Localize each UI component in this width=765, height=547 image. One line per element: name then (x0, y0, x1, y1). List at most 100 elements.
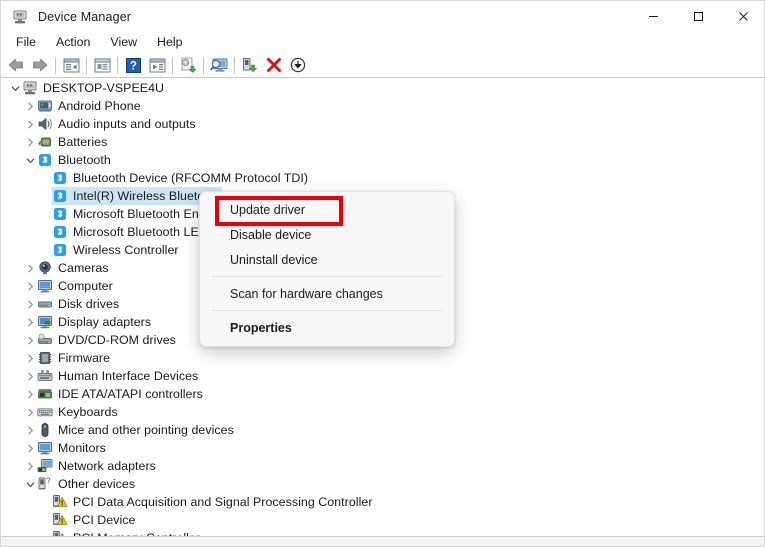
chevron-right-icon[interactable] (24, 133, 37, 151)
window-controls (631, 1, 764, 32)
device-manager-window: Device Manager File Action View Help ? D… (0, 0, 765, 547)
chevron-right-icon[interactable] (24, 421, 37, 439)
toolbar-separator (203, 56, 204, 74)
status-bar (2, 536, 764, 546)
tree-node-label: Network adapters (58, 459, 156, 473)
tree-node-label: DESKTOP-VSPEE4U (43, 81, 165, 95)
tree-node-batteries[interactable]: Batteries (2, 133, 764, 151)
menu-help[interactable]: Help (148, 33, 191, 52)
tree-node-label: Audio inputs and outputs (58, 117, 196, 131)
chevron-right-icon[interactable] (24, 331, 37, 349)
context-menu-item-disable-device[interactable]: Disable device (200, 222, 454, 247)
toolbar: ? (1, 53, 764, 78)
tree-node-bluetooth[interactable]: Bluetooth (2, 151, 764, 169)
network-adapter-icon (37, 458, 53, 474)
tree-node-label: Disk drives (58, 297, 120, 311)
chevron-right-icon[interactable] (24, 349, 37, 367)
maximize-button[interactable] (676, 1, 721, 32)
dvd-drive-icon (37, 332, 53, 348)
tree-node-ide-ata-atapi-controllers[interactable]: IDE ATA/ATAPI controllers (2, 385, 764, 403)
chevron-right-icon[interactable] (24, 313, 37, 331)
tree-node-label: Mice and other pointing devices (58, 423, 234, 437)
tree-node-bluetooth-device-rfcomm[interactable]: Bluetooth Device (RFCOMM Protocol TDI) (2, 169, 764, 187)
context-menu-separator (212, 276, 442, 277)
chevron-right-icon[interactable] (24, 403, 37, 421)
close-button[interactable] (721, 1, 764, 32)
view-icon[interactable] (145, 54, 169, 76)
unknown-device-warning-icon (52, 494, 68, 510)
tree-node-label: Other devices (58, 477, 136, 491)
svg-text:?: ? (46, 476, 51, 485)
menu-action[interactable]: Action (47, 33, 99, 52)
chevron-down-icon[interactable] (24, 151, 37, 169)
tree-node-label: Keyboards (58, 405, 118, 419)
chevron-right-icon[interactable] (24, 367, 37, 385)
chevron-right-icon[interactable] (24, 259, 37, 277)
scan-for-hardware-changes-icon[interactable] (207, 54, 231, 76)
context-menu[interactable]: Update driver Disable device Uninstall d… (199, 191, 455, 347)
chevron-right-icon[interactable] (24, 295, 37, 313)
tree-node-label: Human Interface Devices (58, 369, 199, 383)
uninstall-device-icon[interactable] (262, 54, 286, 76)
svg-text:?: ? (129, 60, 136, 72)
bluetooth-icon (52, 224, 68, 240)
properties-icon[interactable] (90, 54, 114, 76)
tree-node-label: Firmware (58, 351, 111, 365)
chevron-right-icon[interactable] (24, 115, 37, 133)
tree-node-label: DVD/CD-ROM drives (58, 333, 176, 347)
tree-node-monitors[interactable]: Monitors (2, 439, 764, 457)
tree-node-label: PCI Device (73, 513, 136, 527)
camera-icon (37, 260, 53, 276)
menu-file[interactable]: File (7, 33, 45, 52)
tree-node-mice-and-other-pointing-devices[interactable]: Mice and other pointing devices (2, 421, 764, 439)
chevron-right-icon[interactable] (24, 277, 37, 295)
tree-node-human-interface-devices[interactable]: Human Interface Devices (2, 367, 764, 385)
unknown-device-icon: ? (37, 476, 53, 492)
title-bar: Device Manager (1, 1, 764, 32)
context-menu-item-properties[interactable]: Properties (200, 315, 454, 340)
update-driver-icon[interactable] (176, 54, 200, 76)
chevron-right-icon[interactable] (24, 385, 37, 403)
bluetooth-icon (52, 188, 68, 204)
tree-node-keyboards[interactable]: Keyboards (2, 403, 764, 421)
tree-node-label: Bluetooth (58, 153, 111, 167)
bluetooth-icon (52, 242, 68, 258)
context-menu-separator (212, 310, 442, 311)
disk-drive-icon (37, 296, 53, 312)
tree-node-label: Batteries (58, 135, 108, 149)
minimize-button[interactable] (631, 1, 676, 32)
chevron-down-icon[interactable] (9, 79, 22, 97)
tree-node-audio-inputs-and-outputs[interactable]: Audio inputs and outputs (2, 115, 764, 133)
chevron-right-icon[interactable] (24, 97, 37, 115)
monitor-icon (37, 440, 53, 456)
mouse-icon (37, 422, 53, 438)
tree-node-desktop[interactable]: DESKTOP-VSPEE4U (2, 79, 764, 97)
chevron-down-icon[interactable] (24, 475, 37, 493)
menu-view[interactable]: View (101, 33, 146, 52)
tree-node-other-devices[interactable]: ? Other devices (2, 475, 764, 493)
context-menu-item-uninstall-device[interactable]: Uninstall device (200, 247, 454, 272)
computer-icon (22, 80, 38, 96)
chevron-right-icon[interactable] (24, 439, 37, 457)
show-hide-console-tree-icon[interactable] (59, 54, 83, 76)
tree-node-android-phone[interactable]: Android Phone (2, 97, 764, 115)
toolbar-separator (117, 56, 118, 74)
unknown-device-warning-icon (52, 512, 68, 528)
context-menu-item-update-driver[interactable]: Update driver (200, 197, 454, 222)
tree-node-firmware[interactable]: Firmware (2, 349, 764, 367)
tree-node-label: Android Phone (58, 99, 141, 113)
bluetooth-icon (52, 206, 68, 222)
help-icon[interactable]: ? (121, 54, 145, 76)
tree-node-network-adapters[interactable]: Network adapters (2, 457, 764, 475)
disable-device-icon[interactable] (286, 54, 310, 76)
context-menu-item-scan-for-hardware-changes[interactable]: Scan for hardware changes (200, 281, 454, 306)
bluetooth-icon (52, 170, 68, 186)
enable-device-icon[interactable] (238, 54, 262, 76)
tree-node-label: Computer (58, 279, 113, 293)
forward-icon[interactable] (28, 54, 52, 76)
chevron-right-icon[interactable] (24, 457, 37, 475)
tree-node-pci-device[interactable]: PCI Device (2, 511, 764, 529)
tree-node-pci-data-acquisition[interactable]: PCI Data Acquisition and Signal Processi… (2, 493, 764, 511)
back-icon[interactable] (4, 54, 28, 76)
toolbar-separator (234, 56, 235, 74)
